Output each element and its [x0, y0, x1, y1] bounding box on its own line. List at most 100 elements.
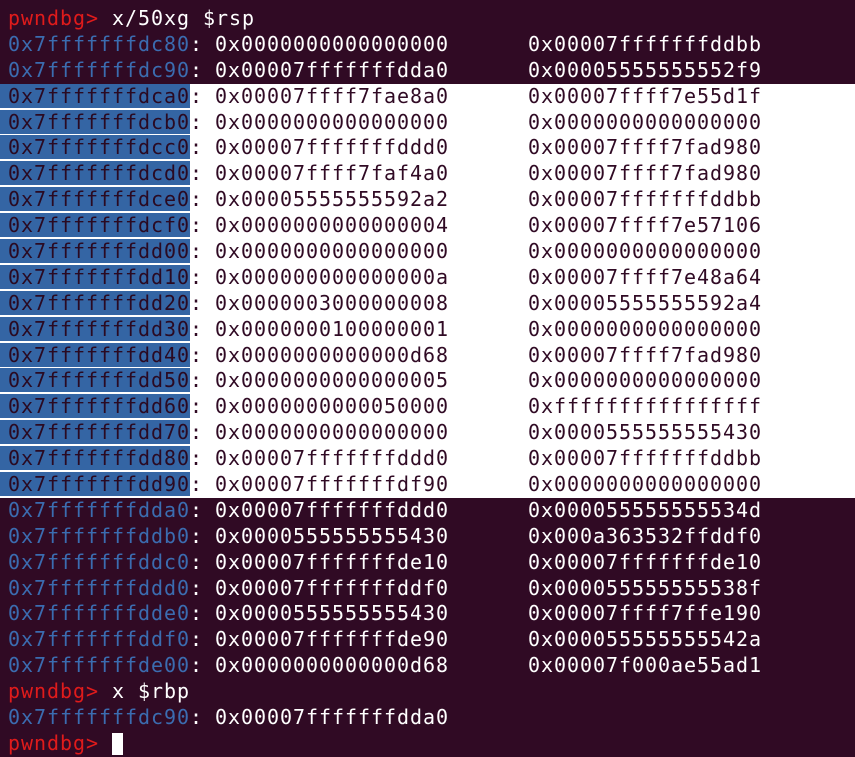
address: 0x7fffffffdd60	[0, 394, 191, 419]
colon: :	[190, 109, 204, 134]
value-1: 0x0000000000000d68	[215, 342, 450, 367]
value-1: 0x00007fffffffddd0	[215, 497, 450, 522]
colon: :	[190, 213, 204, 238]
colon: :	[190, 368, 204, 393]
terminal[interactable]: pwndbg> x/50xg $rsp 0x7fffffffdc80: 0x000…	[0, 6, 855, 757]
colon: :	[190, 627, 204, 652]
value-2: 0x00007ffff7fad980	[528, 342, 763, 367]
value-1: 0x0000000000000000	[215, 31, 450, 56]
address: 0x7fffffffdce0	[0, 187, 191, 212]
address: 0x7fffffffddd0	[8, 575, 191, 600]
colon: :	[190, 57, 204, 82]
colon: :	[190, 239, 204, 264]
value-2: 0x0000000000000000	[528, 239, 763, 264]
value-2: 0x00007fffffffddbb	[528, 446, 763, 471]
memory-row: 0x7fffffffddb0: 0x0000555555555430 0x000a3…	[0, 524, 855, 550]
colon: :	[190, 290, 204, 315]
rbp-result-row: 0x7fffffffdc90: 0x00007fffffffdda0	[8, 705, 450, 730]
value-1: 0x0000000000000005	[215, 368, 450, 393]
colon: :	[190, 601, 204, 626]
value-2: 0x0000555555555430	[528, 420, 763, 445]
address: 0x7fffffffdd40	[0, 342, 191, 367]
address: 0x7fffffffdc90	[8, 57, 191, 82]
value-2: 0x00007ffff7fad980	[528, 161, 763, 186]
address: 0x7fffffffdd20	[0, 290, 191, 315]
colon: :	[190, 394, 204, 419]
prompt: pwndbg>	[8, 730, 100, 755]
value-2: 0x00007ffff7e48a64	[528, 264, 763, 289]
memory-row: 0x7fffffffdcc0: 0x00007fffffffddd0 0x00007…	[0, 135, 855, 162]
colon: :	[190, 264, 204, 289]
colon: :	[190, 187, 204, 212]
address: 0x7fffffffdd90	[0, 472, 191, 497]
address: 0x7fffffffdde0	[8, 601, 191, 626]
colon: :	[190, 472, 204, 497]
memory-row: 0x7fffffffdc90: 0x00007fffffffdda0 0x00005…	[0, 58, 855, 84]
address: 0x7fffffffdcd0	[0, 161, 191, 186]
colon: :	[190, 135, 204, 160]
address: 0x7fffffffdca0	[0, 83, 191, 108]
memory-row: 0x7fffffffdca0: 0x00007ffff7fae8a0 0x00007…	[0, 83, 855, 110]
memory-row: 0x7fffffffddf0: 0x00007fffffffde90 0x00005…	[0, 627, 855, 653]
value-2: 0x000055555555538f	[528, 575, 763, 600]
colon: :	[190, 83, 204, 108]
memory-row: 0x7fffffffdd70: 0x0000000000000000 0x00005…	[0, 420, 855, 447]
memory-row: 0x7fffffffdcf0: 0x0000000000000004 0x00007…	[0, 213, 855, 240]
memory-row: 0x7fffffffdd80: 0x00007fffffffddd0 0x00007…	[0, 446, 855, 473]
address: 0x7fffffffdd50	[0, 368, 191, 393]
value-1: 0x00007fffffffde90	[215, 627, 450, 652]
memory-row: 0x7fffffffddd0: 0x00007fffffffddf0 0x00005…	[0, 576, 855, 602]
input-line[interactable]: pwndbg>	[0, 731, 855, 757]
memory-row: 0x7fffffffdd00: 0x0000000000000000 0x00000…	[0, 239, 855, 265]
value-2: 0x00007f000ae55ad1	[528, 653, 763, 678]
memory-row: 0x7fffffffdc80: 0x0000000000000000 0x00007…	[0, 32, 855, 58]
address: 0x7fffffffdda0	[8, 497, 191, 522]
colon: :	[190, 31, 204, 56]
memory-row: 0x7fffffffdd30: 0x0000000100000001 0x00000…	[0, 316, 855, 343]
value-2: 0x0000000000000000	[528, 368, 763, 393]
colon: :	[190, 161, 204, 186]
value-1: 0x0000000100000001	[215, 316, 450, 341]
colon: :	[190, 497, 204, 522]
value-2: 0x0000000000000000	[528, 109, 763, 134]
value-1: 0x000000000000000a	[215, 264, 450, 289]
memory-row: 0x7fffffffddc0: 0x00007fffffffde10 0x00007…	[0, 550, 855, 576]
memory-row: 0x7fffffffdde0: 0x0000555555555430 0x00007…	[0, 601, 855, 627]
prompt: pwndbg>	[8, 679, 100, 704]
value-1: 0x0000000000000000	[215, 239, 450, 264]
memory-row: 0x7fffffffde00: 0x0000000000000d68 0x00007…	[0, 653, 855, 679]
value-1: 0x0000003000000008	[215, 290, 450, 315]
colon: :	[190, 549, 204, 574]
value-1: 0x00007fffffffdf90	[215, 472, 450, 497]
colon: :	[190, 575, 204, 600]
value-1: 0x00007fffffffde10	[215, 549, 450, 574]
value-2: 0x00007ffff7fad980	[528, 135, 763, 160]
value-1: 0x0000000000000000	[215, 109, 450, 134]
prompt: pwndbg>	[8, 6, 100, 30]
colon: :	[190, 316, 204, 341]
memory-row: 0x7fffffffdda0: 0x00007fffffffddd0 0x00005…	[0, 498, 855, 524]
value-1: 0x00007fffffffddd0	[215, 135, 450, 160]
value: 0x00007fffffffdda0	[215, 705, 450, 730]
memory-row: 0x7fffffffdcd0: 0x00007ffff7faf4a0 0x00007…	[0, 161, 855, 188]
value-2: 0x0000000000000000	[528, 472, 763, 497]
value-2: 0x00007ffff7ffe190	[528, 601, 763, 626]
address: 0x7fffffffdd80	[0, 446, 191, 471]
value-2: 0x00005555555552f9	[528, 57, 763, 82]
colon: :	[190, 420, 204, 445]
value-2: 0xffffffffffffffff	[528, 394, 763, 419]
value-1: 0x00007fffffffddd0	[215, 446, 450, 471]
text-cursor	[112, 733, 124, 756]
value-2: 0x00005555555592a4	[528, 290, 763, 315]
address: 0x7fffffffdcc0	[0, 135, 191, 160]
value-2: 0x00007ffff7e57106	[528, 213, 763, 238]
value-1: 0x00005555555592a2	[215, 187, 450, 212]
value-2: 0x000055555555542a	[528, 627, 763, 652]
address: 0x7fffffffdc90	[8, 705, 191, 730]
command-line-2: pwndbg> x $rbp	[0, 679, 855, 705]
value-1: 0x00007ffff7fae8a0	[215, 83, 450, 108]
value-2: 0x0000000000000000	[528, 316, 763, 341]
value-1: 0x00007fffffffddf0	[215, 575, 450, 600]
address: 0x7fffffffdcf0	[0, 213, 191, 238]
value-1: 0x0000000000000004	[215, 213, 450, 238]
